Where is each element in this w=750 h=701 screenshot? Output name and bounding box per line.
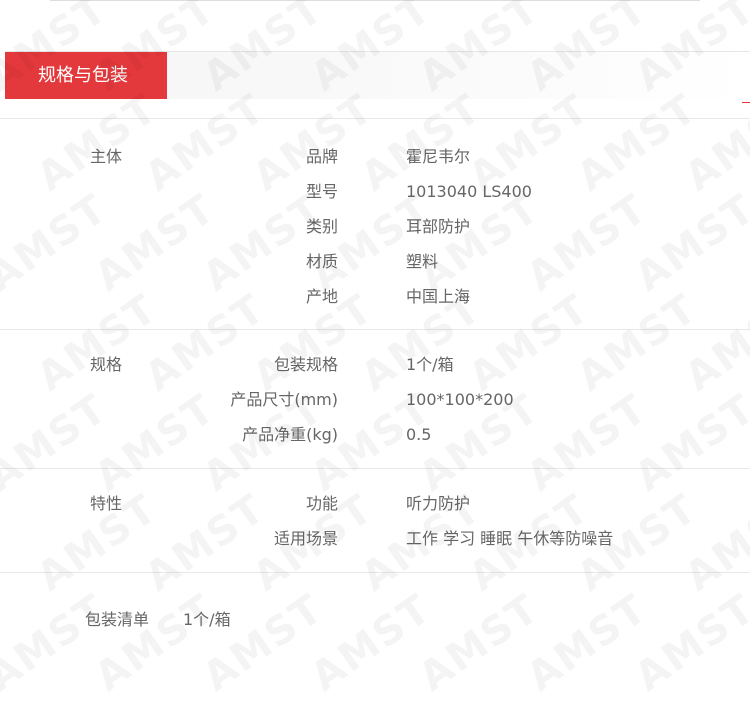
watermark-logo: AMST — [411, 585, 548, 700]
watermark-logo: AMST — [87, 585, 224, 700]
section-divider — [0, 468, 750, 469]
spec-value: 听力防护 — [406, 494, 471, 513]
watermark-logo: AMST — [627, 585, 750, 700]
spec-row-usage: 适用场景 工作 学习 睡眠 午休等防噪音 — [0, 529, 750, 549]
spec-key: 包装规格 — [273, 355, 338, 374]
spec-value: 中国上海 — [406, 287, 471, 306]
section-divider — [0, 329, 750, 330]
tab-bar: 规格与包装 — [5, 51, 750, 103]
spec-key: 功能 — [305, 494, 338, 513]
spec-row-model: 型号 1013040 LS400 — [0, 182, 750, 202]
spec-row-size: 产品尺寸(mm) 100*100*200 — [0, 390, 750, 410]
spec-row-net-weight: 产品净重(kg) 0.5 — [0, 425, 750, 445]
watermark-logo: AMST — [0, 585, 116, 700]
spec-row-category: 类别 耳部防护 — [0, 217, 750, 237]
spec-value: 工作 学习 睡眠 午休等防噪音 — [406, 529, 614, 548]
watermark-logo: AMST — [195, 585, 332, 700]
spec-row-brand: 品牌 霍尼韦尔 — [0, 147, 750, 167]
spec-row-material: 材质 塑料 — [0, 252, 750, 272]
top-divider — [50, 0, 700, 1]
spec-key: 产品尺寸(mm) — [230, 390, 338, 409]
spec-key: 产品净重(kg) — [242, 425, 338, 444]
tab-specs-and-packaging[interactable]: 规格与包装 — [5, 52, 167, 99]
spec-key: 品牌 — [305, 147, 338, 166]
watermark-logo: AMST — [519, 185, 656, 300]
packing-list-label: 包装清单 — [85, 610, 150, 629]
spec-value: 耳部防护 — [406, 217, 471, 236]
spec-key: 材质 — [305, 252, 338, 271]
spec-value: 塑料 — [406, 252, 439, 271]
spec-value: 100*100*200 — [406, 390, 514, 409]
watermark-logo: AMST — [195, 185, 332, 300]
spec-row-origin: 产地 中国上海 — [0, 287, 750, 307]
watermark-logo: AMST — [303, 585, 440, 700]
spec-value: 0.5 — [406, 425, 432, 444]
tab-bar-marker — [742, 102, 750, 103]
watermark-logo: AMST — [411, 185, 548, 300]
spec-key: 产地 — [305, 287, 338, 306]
spec-key: 型号 — [305, 182, 338, 201]
packing-list-value: 1个/箱 — [183, 610, 231, 629]
watermark-logo: AMST — [627, 185, 750, 300]
spec-row-function: 功能 听力防护 — [0, 494, 750, 514]
spec-value: 霍尼韦尔 — [406, 147, 471, 166]
spec-key: 类别 — [305, 217, 338, 236]
section-divider — [0, 572, 750, 573]
spec-row-package-spec: 包装规格 1个/箱 — [0, 355, 750, 375]
watermark-logo: AMST — [0, 185, 116, 300]
section-divider — [0, 118, 750, 119]
spec-value: 1个/箱 — [406, 355, 454, 374]
spec-value: 1013040 LS400 — [406, 182, 532, 201]
watermark-logo: AMST — [303, 185, 440, 300]
watermark-logo: AMST — [519, 585, 656, 700]
watermark-logo: AMST — [87, 185, 224, 300]
spec-key: 适用场景 — [273, 529, 338, 548]
